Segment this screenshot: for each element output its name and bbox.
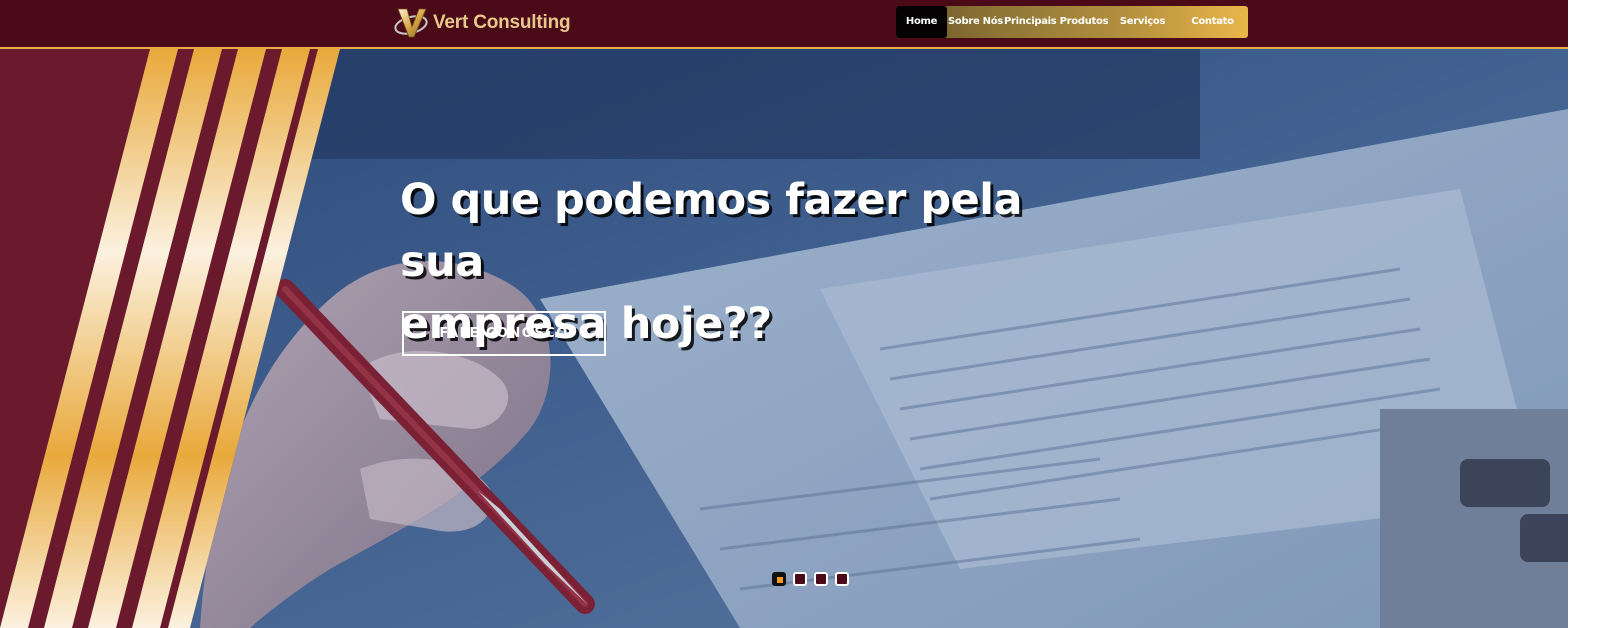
v-swoosh-logo-icon xyxy=(394,8,428,38)
carousel-indicators xyxy=(772,572,849,586)
nav-item-principais-produtos[interactable]: Principais Produtos xyxy=(1004,6,1109,38)
brand-name: Vert Consulting xyxy=(433,12,571,33)
carousel-dot-2[interactable] xyxy=(793,572,807,586)
hero-heading-line1: O que podemos fazer pela sua xyxy=(400,175,1023,287)
main-menu: Home Sobre Nós Principais Produtos Servi… xyxy=(896,6,1248,38)
nav-item-servicos[interactable]: Serviços xyxy=(1108,6,1177,38)
fale-conosco-button[interactable]: FALE CONOSCO xyxy=(402,311,606,356)
page-scroll-gutter xyxy=(1568,0,1624,628)
carousel-dot-1[interactable] xyxy=(772,572,786,586)
nav-item-home[interactable]: Home xyxy=(896,6,947,38)
carousel-dot-3[interactable] xyxy=(814,572,828,586)
top-navbar: Vert Consulting Home Sobre Nós Principai… xyxy=(0,0,1568,49)
brand[interactable]: Vert Consulting xyxy=(392,4,571,42)
hero-slider: O que podemos fazer pela sua empresa hoj… xyxy=(0,49,1568,628)
decorative-stripes xyxy=(0,49,340,628)
nav-item-contato[interactable]: Contato xyxy=(1177,6,1248,38)
carousel-dot-4[interactable] xyxy=(835,572,849,586)
nav-item-sobre-nos[interactable]: Sobre Nós xyxy=(947,6,1004,38)
